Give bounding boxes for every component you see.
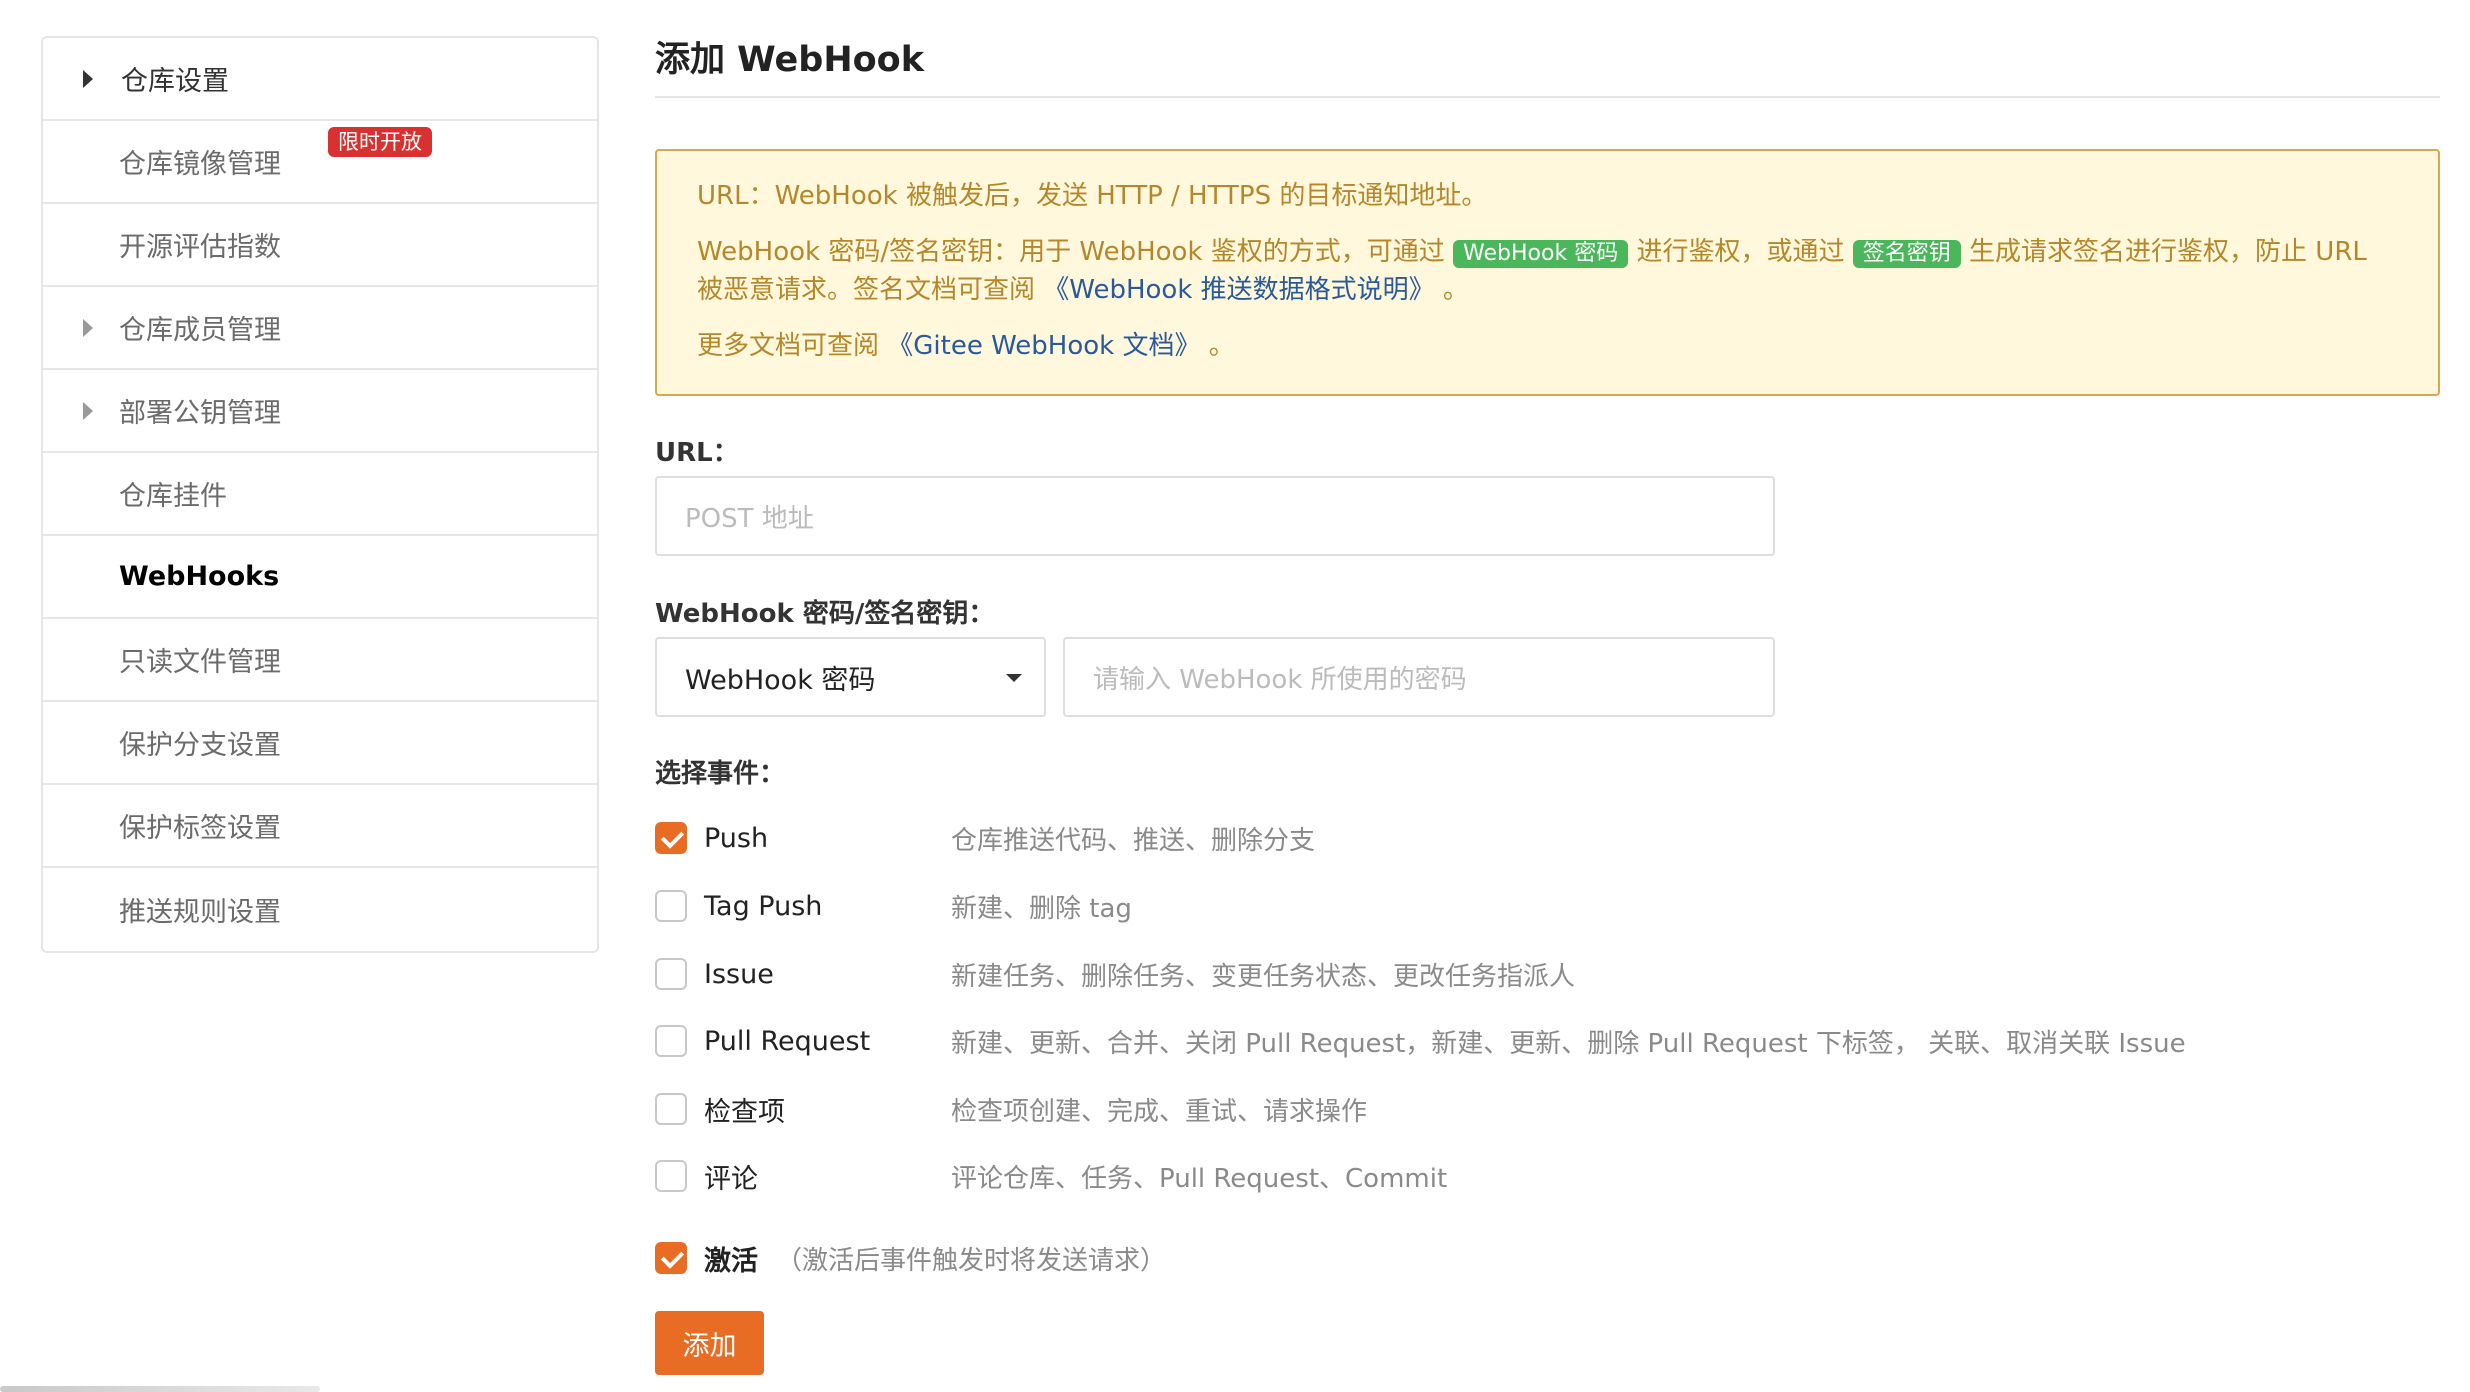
caret-right-icon bbox=[83, 401, 93, 420]
sidebar-item-label: 仓库挂件 bbox=[119, 481, 227, 512]
event-desc: 检查项创建、完成、重试、请求操作 bbox=[951, 1096, 1368, 1127]
pull-request-checkbox[interactable] bbox=[655, 1025, 687, 1057]
event-desc: 新建、更新、合并、关闭 Pull Request，新建、更新、删除 Pull R… bbox=[951, 1028, 2186, 1059]
webhook-password-tag: WebHook 密码 bbox=[1453, 240, 1629, 268]
gitee-webhook-doc-link[interactable]: 《Gitee WebHook 文档》 bbox=[887, 331, 1200, 361]
sidebar-item-webhooks[interactable]: WebHooks bbox=[43, 536, 597, 619]
caret-right-icon bbox=[83, 69, 93, 88]
event-name: Issue bbox=[704, 958, 774, 990]
sidebar-item-label: 仓库设置 bbox=[121, 66, 229, 97]
sidebar-item-label: 推送规则设置 bbox=[119, 897, 281, 928]
sidebar-item-label: 仓库成员管理 bbox=[119, 315, 281, 346]
sidebar-item-label: 仓库镜像管理 bbox=[119, 149, 281, 180]
sidebar-item-label: 保护分支设置 bbox=[119, 730, 281, 761]
sidebar-item-label: 部署公钥管理 bbox=[119, 398, 281, 429]
event-row-pull-request: Pull Request 新建、更新、合并、关闭 Pull Request，新建… bbox=[655, 1021, 2186, 1061]
event-row-comment: 评论 评论仓库、任务、Pull Request、Commit bbox=[655, 1156, 1447, 1196]
check-item-checkbox[interactable] bbox=[655, 1093, 687, 1125]
event-desc: 评论仓库、任务、Pull Request、Commit bbox=[951, 1163, 1448, 1194]
url-placeholder: POST 地址 bbox=[685, 503, 814, 534]
activate-hint: （激活后事件触发时将发送请求） bbox=[776, 1245, 1167, 1276]
activate-checkbox[interactable] bbox=[655, 1242, 687, 1274]
sidebar-item-oss-index[interactable]: 开源评估指数 bbox=[43, 204, 597, 287]
event-name: 检查项 bbox=[704, 1096, 785, 1128]
sidebar-item-protected-branches[interactable]: 保护分支设置 bbox=[43, 702, 597, 785]
event-name: 评论 bbox=[704, 1163, 758, 1195]
page-title: 添加 WebHook bbox=[655, 30, 2440, 98]
secret-input[interactable]: 请输入 WebHook 所使用的密码 bbox=[1063, 637, 1775, 717]
event-row-push: Push 仓库推送代码、推送、删除分支 bbox=[655, 818, 1315, 858]
secret-placeholder: 请输入 WebHook 所使用的密码 bbox=[1093, 664, 1467, 695]
sidebar-item-readonly-files[interactable]: 只读文件管理 bbox=[43, 619, 597, 702]
event-row-check: 检查项 检查项创建、完成、重试、请求操作 bbox=[655, 1089, 1367, 1129]
event-name: Tag Push bbox=[704, 890, 823, 922]
sidebar-item-label: 开源评估指数 bbox=[119, 232, 281, 263]
tag-push-checkbox[interactable] bbox=[655, 890, 687, 922]
caret-right-icon bbox=[83, 318, 93, 337]
info-notice: URL：WebHook 被触发后，发送 HTTP / HTTPS 的目标通知地址… bbox=[655, 149, 2440, 396]
events-label: 选择事件： bbox=[655, 759, 786, 789]
event-name: Push bbox=[704, 822, 769, 854]
url-label: URL： bbox=[655, 438, 739, 468]
dropdown-caret-icon bbox=[1006, 674, 1022, 682]
url-input[interactable]: POST 地址 bbox=[655, 476, 1775, 556]
sidebar-item-label: 保护标签设置 bbox=[119, 813, 281, 844]
secret-label: WebHook 密码/签名密钥： bbox=[655, 599, 995, 629]
sidebar-item-label: WebHooks bbox=[119, 561, 280, 592]
event-row-issue: Issue 新建任务、删除任务、变更任务状态、更改任务指派人 bbox=[655, 954, 1575, 994]
scroll-shadow bbox=[0, 1386, 320, 1392]
event-desc: 新建任务、删除任务、变更任务状态、更改任务指派人 bbox=[951, 961, 1576, 992]
push-checkbox[interactable] bbox=[655, 822, 687, 854]
limited-open-badge: 限时开放 bbox=[328, 127, 432, 157]
sidebar-item-protected-tags[interactable]: 保护标签设置 bbox=[43, 785, 597, 868]
add-button[interactable]: 添加 bbox=[655, 1311, 764, 1375]
activate-row: 激活 （激活后事件触发时将发送请求） bbox=[655, 1238, 1166, 1278]
sidebar-item-label: 只读文件管理 bbox=[119, 647, 281, 678]
issue-checkbox[interactable] bbox=[655, 958, 687, 990]
secret-type-value: WebHook 密码 bbox=[685, 664, 876, 696]
sidebar-item-members[interactable]: 仓库成员管理 bbox=[43, 287, 597, 370]
webhook-format-doc-link[interactable]: 《WebHook 推送数据格式说明》 bbox=[1043, 275, 1434, 305]
webhook-form-area: 添加 WebHook URL：WebHook 被触发后，发送 HTTP / HT… bbox=[655, 30, 2440, 396]
settings-sidebar: 仓库设置 仓库镜像管理 限时开放 开源评估指数 仓库成员管理 部署公钥管理 仓库… bbox=[41, 36, 599, 953]
comment-checkbox[interactable] bbox=[655, 1160, 687, 1192]
sidebar-item-push-rules[interactable]: 推送规则设置 bbox=[43, 868, 597, 951]
notice-more-docs-text: 更多文档可查阅 《Gitee WebHook 文档》 。 bbox=[697, 331, 1235, 361]
event-desc: 新建、删除 tag bbox=[951, 893, 1132, 924]
notice-url-text: URL：WebHook 被触发后，发送 HTTP / HTTPS 的目标通知地址… bbox=[697, 181, 1488, 211]
signing-key-tag: 签名密钥 bbox=[1852, 240, 1961, 268]
sidebar-item-repo-settings[interactable]: 仓库设置 bbox=[43, 38, 597, 121]
sidebar-item-deploy-keys[interactable]: 部署公钥管理 bbox=[43, 370, 597, 453]
event-desc: 仓库推送代码、推送、删除分支 bbox=[951, 825, 1316, 856]
sidebar-item-widgets[interactable]: 仓库挂件 bbox=[43, 453, 597, 536]
notice-secret-text: WebHook 密码/签名密钥：用于 WebHook 鉴权的方式，可通过 Web… bbox=[697, 237, 2367, 305]
sidebar-item-repo-mirror[interactable]: 仓库镜像管理 限时开放 bbox=[43, 121, 597, 204]
event-name: Pull Request bbox=[704, 1025, 871, 1057]
secret-type-select[interactable]: WebHook 密码 bbox=[655, 637, 1046, 717]
activate-label: 激活 bbox=[704, 1245, 758, 1277]
event-row-tag-push: Tag Push 新建、删除 tag bbox=[655, 886, 1132, 926]
